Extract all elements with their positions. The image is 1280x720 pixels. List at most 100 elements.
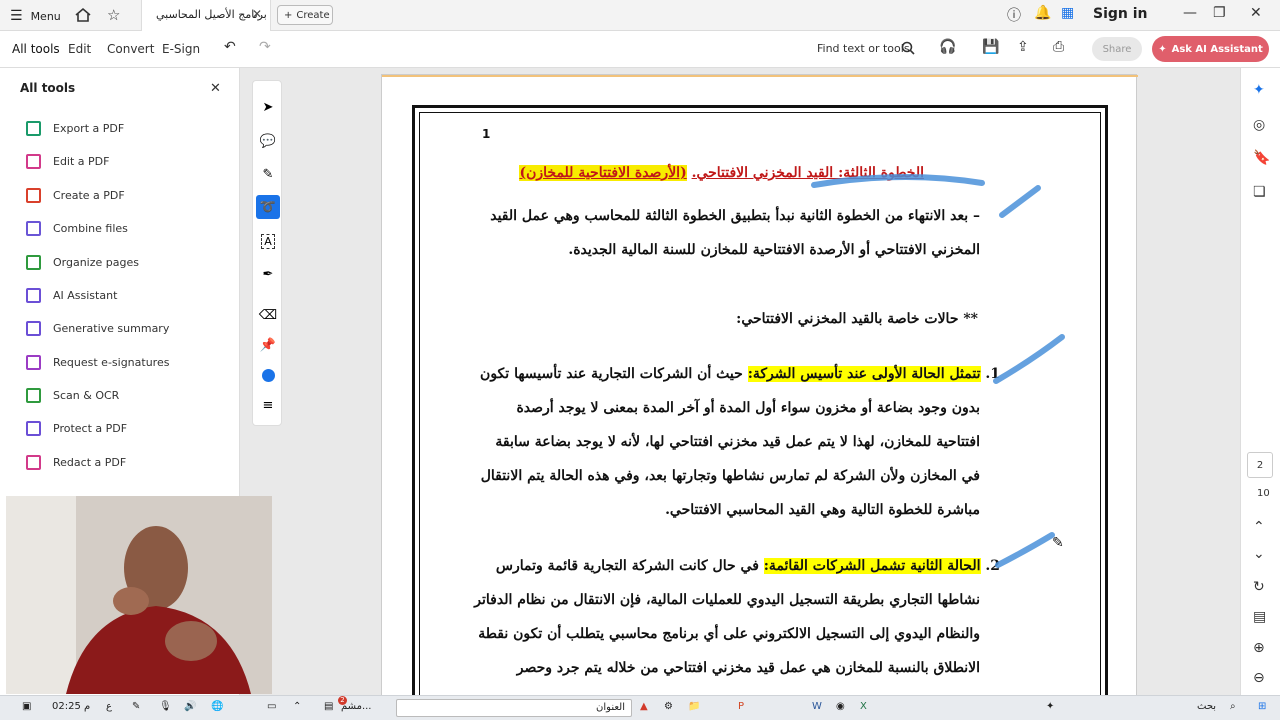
pen-cursor-icon: ✎ <box>1052 535 1064 551</box>
tab-convert[interactable]: Convert <box>107 42 154 56</box>
app-label[interactable]: مشم... <box>341 701 371 712</box>
share-button[interactable]: Share <box>1092 37 1142 61</box>
windows-start-icon[interactable]: ⊞ <box>1258 701 1266 712</box>
tool-create-pdf[interactable]: Create a PDF <box>26 188 125 203</box>
document-canvas[interactable]: 1 الخطوة الثالثة: القيد المخزني الافتتاح… <box>241 68 1239 695</box>
pin-icon[interactable]: 📌 <box>256 333 280 357</box>
annotation-stroke-2 <box>999 185 1041 218</box>
windows-search-icon[interactable]: ⌕ <box>1230 701 1236 712</box>
tool-ai-assistant[interactable]: AI Assistant <box>26 288 117 303</box>
undo-icon[interactable]: ↶ <box>224 39 236 55</box>
refresh-icon[interactable]: ↻ <box>1253 579 1265 595</box>
copilot-icon[interactable]: ✦ <box>1046 701 1054 712</box>
tool-generative-summary[interactable]: Generative summary <box>26 321 169 336</box>
settings-icon[interactable]: ⚙ <box>664 701 673 712</box>
headphones-icon[interactable]: 🎧 <box>939 39 956 55</box>
page-current-box[interactable]: 2 <box>1247 452 1273 478</box>
line-weight-icon[interactable]: ≡ <box>256 393 280 417</box>
zoom-in-icon[interactable]: ⊕ <box>1253 640 1265 656</box>
eraser-icon[interactable]: ⌫ <box>256 303 280 327</box>
app-window-icon[interactable]: ▤ <box>324 701 333 712</box>
document-tab-title: برنامج الأصيل المحاسبي <box>156 8 267 21</box>
mic-icon[interactable]: 🎙 <box>159 701 172 712</box>
zoom-out-icon[interactable]: ⊖ <box>1253 670 1265 686</box>
taskbar-address-box[interactable]: العنوان <box>396 699 632 717</box>
presenter-image <box>6 496 272 694</box>
tab-all-tools[interactable]: All tools <box>12 42 60 56</box>
main-toolbar: All tools Edit Convert E-Sign ↶ ↷ Find t… <box>0 31 1280 68</box>
export-pdf-icon <box>26 121 41 136</box>
document-tab[interactable]: برنامج الأصيل المحاسبي ✕ <box>141 0 271 31</box>
hamburger-icon: ☰ <box>10 8 23 24</box>
page-fit-icon[interactable]: ▤ <box>1253 609 1266 625</box>
tab-edit[interactable]: Edit <box>68 42 91 56</box>
screen-icon[interactable]: ▭ <box>267 701 276 712</box>
redo-icon[interactable]: ↷ <box>259 39 271 55</box>
star-icon[interactable]: ☆ <box>107 6 120 24</box>
home-icon[interactable] <box>74 7 92 23</box>
tool-edit-pdf[interactable]: Edit a PDF <box>26 154 109 169</box>
acrobat-icon[interactable]: ▲ <box>640 701 648 712</box>
close-window-icon[interactable]: ✕ <box>1250 5 1262 21</box>
sign-tool-icon[interactable]: ✒ <box>256 262 280 286</box>
language-indicator[interactable]: ع <box>106 701 112 712</box>
clock[interactable]: 02:25 م <box>52 701 90 712</box>
network-icon[interactable]: 🌐 <box>211 701 223 712</box>
protect-pdf-icon <box>26 421 41 436</box>
tool-combine-files[interactable]: Combine files <box>26 221 128 236</box>
apps-grid-icon[interactable]: ▦ <box>1061 5 1074 21</box>
close-panel-icon[interactable]: ✕ <box>210 81 221 96</box>
tool-organize-pages[interactable]: Organize pages <box>26 255 139 270</box>
tool-protect-pdf[interactable]: Protect a PDF <box>26 421 127 436</box>
maximize-icon[interactable]: ❐ <box>1213 5 1226 21</box>
text-box-icon[interactable]: A <box>256 229 280 253</box>
powerpoint-icon[interactable]: P <box>738 701 744 712</box>
upload-icon[interactable]: ⇪ <box>1017 39 1029 55</box>
help-icon[interactable]: ⓘ <box>1007 5 1021 25</box>
organize-pages-icon <box>26 255 41 270</box>
menu-button[interactable]: ☰ Menu <box>10 8 61 24</box>
tool-label: Request e-signatures <box>53 356 170 369</box>
chevron-up-icon[interactable]: ⌃ <box>1253 519 1265 535</box>
folder-icon[interactable]: 📁 <box>688 701 700 712</box>
chrome-icon[interactable]: ◉ <box>836 701 845 712</box>
tool-label: Edit a PDF <box>53 155 110 168</box>
draw-tool-icon[interactable]: ➰ <box>256 195 280 219</box>
print-icon[interactable]: ⎙ <box>1053 39 1064 55</box>
panel-title: All tools <box>20 81 76 95</box>
sign-in-button[interactable]: Sign in <box>1093 6 1148 22</box>
ask-ai-button[interactable]: ✦ Ask AI Assistant <box>1152 36 1269 62</box>
select-tool-icon[interactable]: ➤ <box>256 95 280 119</box>
tool-label: Create a PDF <box>53 189 125 202</box>
comments-icon[interactable]: ◎ <box>1253 117 1265 133</box>
create-button[interactable]: + Create <box>277 5 333 25</box>
search-icon[interactable] <box>901 41 915 55</box>
taskbar-search-label[interactable]: بحث <box>1197 701 1216 712</box>
excel-icon[interactable]: X <box>860 701 867 712</box>
combine-files-icon <box>26 221 41 236</box>
save-icon[interactable]: 💾 <box>982 39 999 55</box>
bookmark-icon[interactable]: 🔖 <box>1253 150 1270 166</box>
page-total: 10 <box>1257 488 1270 499</box>
comment-tool-icon[interactable]: 💬 <box>256 129 280 153</box>
find-text-button[interactable]: Find text or tools <box>817 42 910 55</box>
minimize-icon[interactable]: — <box>1183 5 1197 21</box>
bell-icon[interactable]: 🔔 <box>1034 5 1051 21</box>
pen-icon[interactable]: ✎ <box>132 701 140 712</box>
color-picker-icon[interactable] <box>256 363 280 387</box>
volume-icon[interactable]: 🔊 <box>184 701 196 712</box>
close-tab-icon[interactable]: ✕ <box>252 7 262 21</box>
notification-icon[interactable]: ▣ <box>22 701 31 712</box>
chevron-down-icon[interactable]: ⌄ <box>1253 546 1265 562</box>
highlight-pen-icon[interactable]: ✎ <box>256 162 280 186</box>
tab-esign[interactable]: E-Sign <box>162 42 200 56</box>
tool-export-pdf[interactable]: Export a PDF <box>26 121 124 136</box>
pages-icon[interactable]: ❏ <box>1253 184 1266 200</box>
chevron-icon[interactable]: ⌃ <box>293 701 301 712</box>
tool-scan-ocr[interactable]: Scan & OCR <box>26 388 119 403</box>
edit-pdf-icon <box>26 154 41 169</box>
word-icon[interactable]: W <box>812 701 822 712</box>
tool-request-esignatures[interactable]: Request e-signatures <box>26 355 169 370</box>
ai-panel-icon[interactable]: ✦ <box>1253 82 1265 98</box>
tool-redact-pdf[interactable]: Redact a PDF <box>26 455 126 470</box>
